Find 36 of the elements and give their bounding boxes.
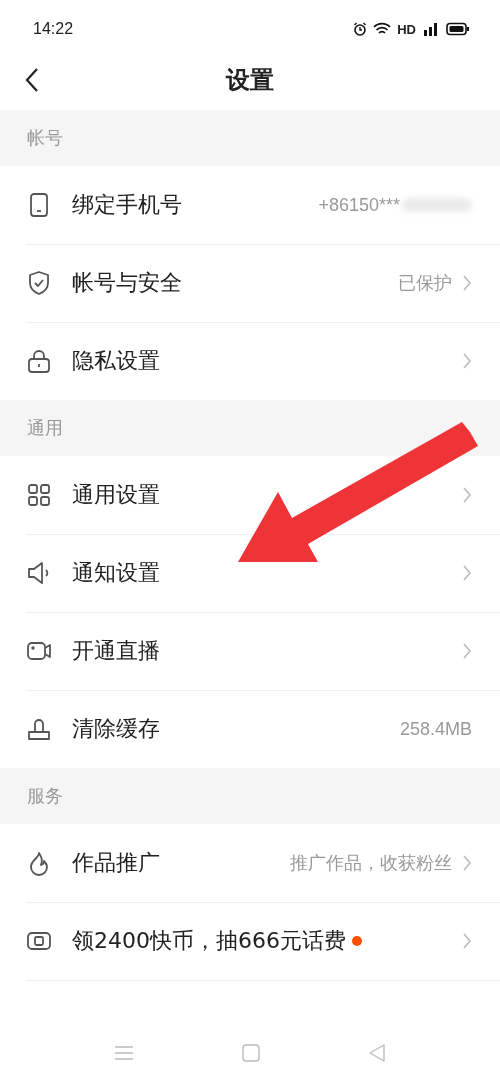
section-title: 帐号 bbox=[27, 126, 63, 150]
wifi-icon bbox=[373, 22, 392, 36]
row-label: 领2400快币，抽666元话费 bbox=[72, 927, 346, 955]
settings-row[interactable]: 作品推广 推广作品，收获粉丝 bbox=[0, 824, 500, 902]
row-value: 258.4MB bbox=[399, 718, 472, 740]
battery-icon bbox=[446, 22, 470, 36]
row-value: +86150*** bbox=[318, 194, 400, 216]
back-icon[interactable] bbox=[24, 67, 40, 93]
back-nav-icon[interactable] bbox=[368, 1044, 386, 1062]
alarm-icon bbox=[353, 22, 368, 36]
row-value: 推广作品，收获粉丝 bbox=[290, 852, 452, 875]
signal-icon bbox=[422, 22, 440, 36]
row-label: 通知设置 bbox=[72, 559, 160, 587]
lock-icon bbox=[26, 348, 52, 374]
settings-row[interactable]: 开通直播 bbox=[0, 612, 500, 690]
row-label: 清除缓存 bbox=[72, 715, 160, 743]
settings-row[interactable]: 绑定手机号 +86150*** bbox=[0, 166, 500, 244]
grid-icon bbox=[26, 482, 52, 508]
page-title: 设置 bbox=[226, 65, 274, 96]
settings-row[interactable]: 帐号与安全 已保护 bbox=[0, 244, 500, 322]
section-title: 服务 bbox=[27, 784, 63, 808]
row-label: 作品推广 bbox=[72, 849, 160, 877]
row-label: 通用设置 bbox=[72, 481, 160, 509]
section-title: 通用 bbox=[27, 416, 63, 440]
home-icon[interactable] bbox=[242, 1044, 260, 1062]
row-label: 绑定手机号 bbox=[72, 191, 182, 219]
shield-icon bbox=[26, 270, 52, 296]
status-time: 14:22 bbox=[33, 20, 74, 38]
row-label: 帐号与安全 bbox=[72, 269, 182, 297]
row-label: 隐私设置 bbox=[72, 347, 160, 375]
settings-row[interactable]: 领2400快币，抽666元话费 bbox=[0, 902, 500, 980]
brush-icon bbox=[26, 716, 52, 742]
row-value: 已保护 bbox=[398, 272, 452, 295]
menu-icon[interactable] bbox=[114, 1045, 134, 1061]
network-label: HD bbox=[397, 21, 416, 37]
row-label: 开通直播 bbox=[72, 637, 160, 665]
